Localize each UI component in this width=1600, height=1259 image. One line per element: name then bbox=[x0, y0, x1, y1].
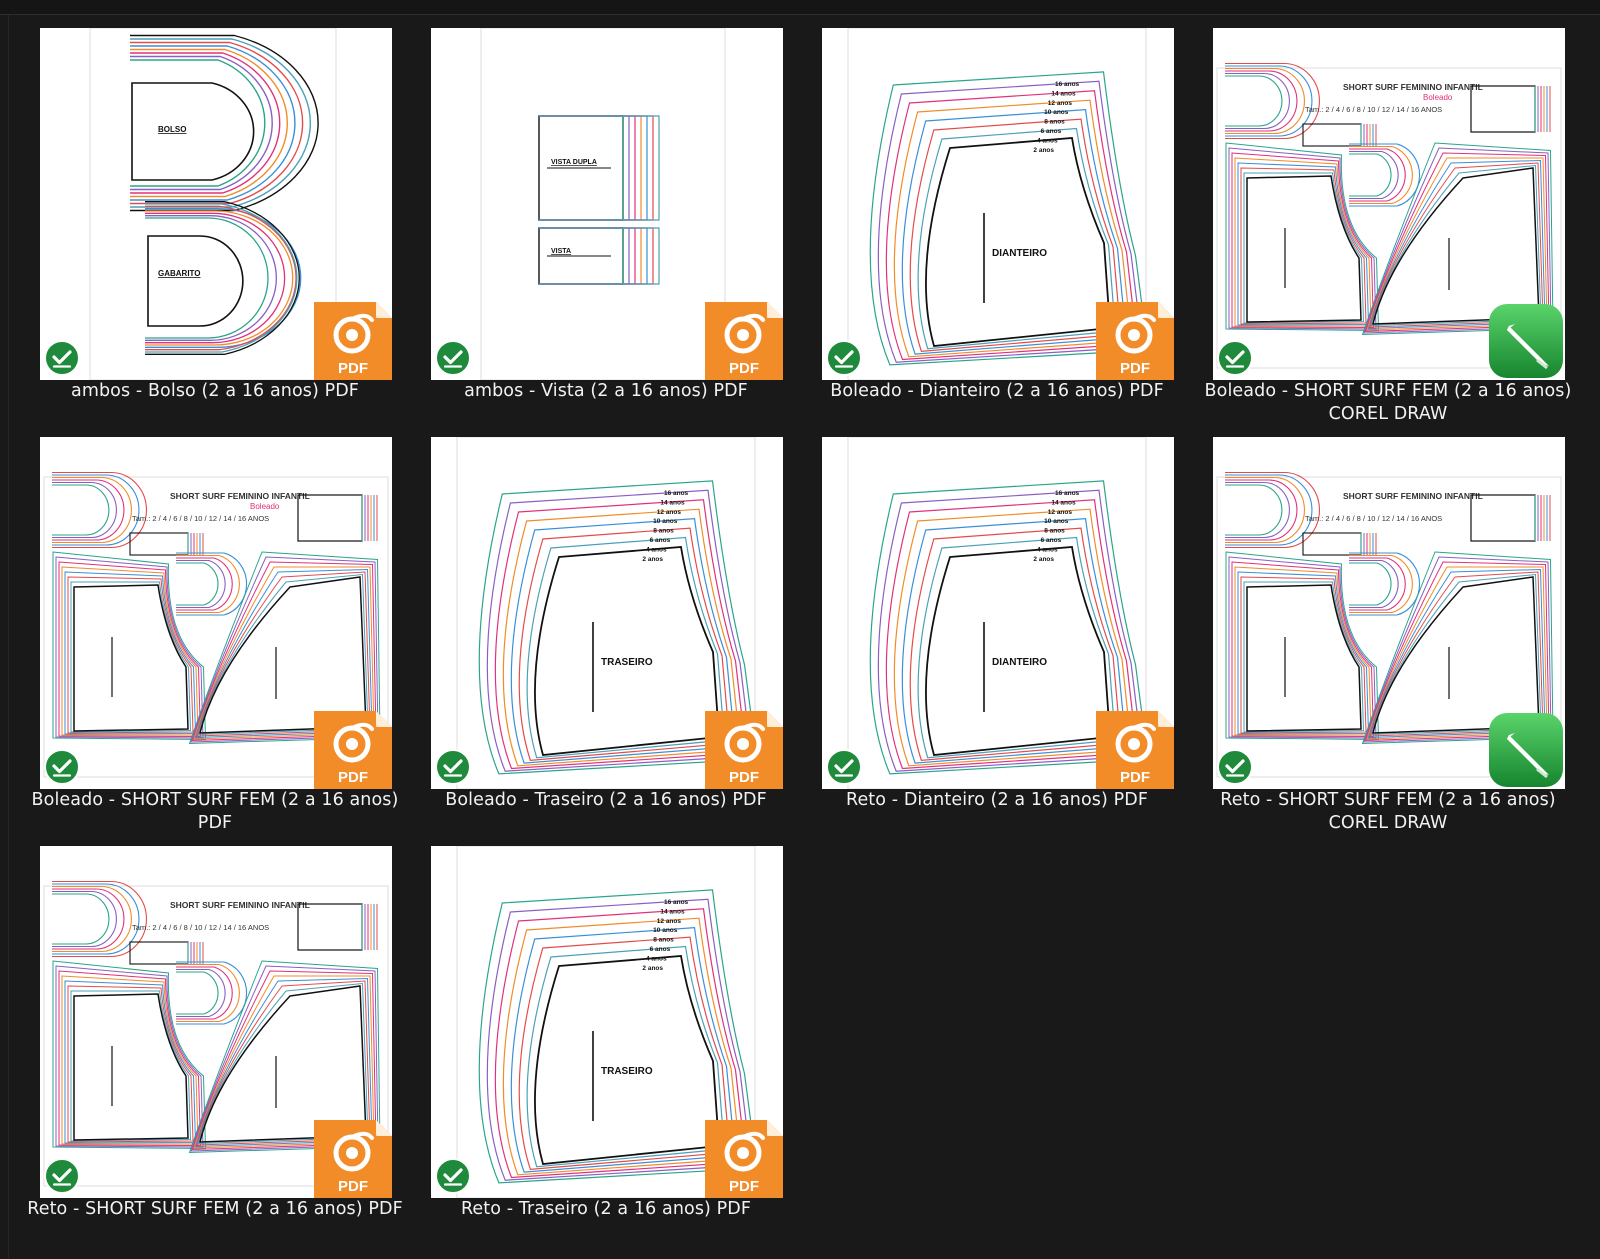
pdf-badge-label: PDF bbox=[729, 360, 759, 377]
file-thumbnail[interactable]: 16 anos 14 anos 12 anos 10 anos 8 anos 6 anos… bbox=[822, 28, 1174, 380]
pdf-badge-label: PDF bbox=[338, 1178, 368, 1195]
check-circle-icon bbox=[44, 340, 80, 376]
file-thumbnail[interactable]: SHORT SURF FEMININO INFANTIL Tam.: 2 / 4 … bbox=[1213, 437, 1565, 789]
svg-text:2 anos: 2 anos bbox=[642, 965, 663, 972]
check-circle-icon bbox=[435, 749, 471, 785]
file-grid: BOLSO GABARITO PDF ambos - Bolso (2 a 16 … bbox=[0, 0, 1600, 1259]
svg-text:4 anos: 4 anos bbox=[1037, 138, 1058, 145]
svg-text:Tam.: 2 / 4 / 6 / 8 / 10 / 12: Tam.: 2 / 4 / 6 / 8 / 10 / 12 / 14 / 16 … bbox=[1305, 105, 1442, 114]
svg-text:12 anos: 12 anos bbox=[657, 918, 682, 925]
foxit-pdf-icon: PDF bbox=[314, 1120, 392, 1198]
check-circle-icon bbox=[1217, 340, 1253, 376]
svg-text:12 anos: 12 anos bbox=[1048, 509, 1073, 516]
file-name-label[interactable]: Reto - SHORT SURF FEM (2 a 16 anos) PDF bbox=[20, 1198, 410, 1221]
svg-text:14 anos: 14 anos bbox=[660, 908, 685, 915]
pdf-badge-label: PDF bbox=[729, 1178, 759, 1195]
file-name-label[interactable]: Reto - SHORT SURF FEM (2 a 16 anos) CORE… bbox=[1193, 789, 1583, 835]
svg-text:4 anos: 4 anos bbox=[646, 547, 667, 554]
svg-text:SHORT SURF FEMININO INFANTIL: SHORT SURF FEMININO INFANTIL bbox=[1343, 82, 1483, 92]
file-name-label[interactable]: Boleado - SHORT SURF FEM (2 a 16 anos) C… bbox=[1193, 380, 1583, 426]
check-circle-icon bbox=[826, 340, 862, 376]
svg-text:6 anos: 6 anos bbox=[1041, 128, 1062, 135]
svg-text:Tam.: 2 / 4 / 6 / 8 / 10 / 12: Tam.: 2 / 4 / 6 / 8 / 10 / 12 / 14 / 16 … bbox=[132, 514, 269, 523]
svg-text:16 anos: 16 anos bbox=[664, 490, 689, 497]
svg-text:SHORT SURF FEMININO INFANTIL: SHORT SURF FEMININO INFANTIL bbox=[1343, 491, 1483, 501]
svg-text:6 anos: 6 anos bbox=[1041, 537, 1062, 544]
file-thumbnail[interactable]: 16 anos 14 anos 12 anos 10 anos 8 anos 6 anos… bbox=[431, 437, 783, 789]
file-name-label[interactable]: Boleado - SHORT SURF FEM (2 a 16 anos) P… bbox=[20, 789, 410, 835]
svg-text:10 anos: 10 anos bbox=[653, 927, 678, 934]
coreldraw-pen-icon bbox=[1489, 304, 1563, 378]
svg-text:12 anos: 12 anos bbox=[657, 509, 682, 516]
file-thumbnail[interactable]: SHORT SURF FEMININO INFANTIL Tam.: 2 / 4 … bbox=[40, 437, 392, 789]
svg-text:12 anos: 12 anos bbox=[1048, 100, 1073, 107]
check-circle-icon bbox=[1217, 749, 1253, 785]
pdf-badge-label: PDF bbox=[729, 769, 759, 786]
file-name-label[interactable]: Reto - Dianteiro (2 a 16 anos) PDF bbox=[802, 789, 1192, 812]
svg-text:DIANTEIRO: DIANTEIRO bbox=[992, 248, 1047, 259]
svg-text:4 anos: 4 anos bbox=[1037, 547, 1058, 554]
svg-text:Boleado: Boleado bbox=[1423, 93, 1453, 102]
svg-text:6 anos: 6 anos bbox=[650, 946, 671, 953]
file-name-label[interactable]: Reto - Traseiro (2 a 16 anos) PDF bbox=[411, 1198, 801, 1221]
foxit-pdf-icon: PDF bbox=[705, 302, 783, 380]
svg-text:14 anos: 14 anos bbox=[660, 499, 685, 506]
pdf-badge-label: PDF bbox=[1120, 769, 1150, 786]
file-thumbnail[interactable]: VISTA DUPLA VISTA PDF bbox=[431, 28, 783, 380]
svg-text:14 anos: 14 anos bbox=[1051, 499, 1076, 506]
svg-text:2 anos: 2 anos bbox=[1033, 556, 1054, 563]
file-thumbnail[interactable]: 16 anos 14 anos 12 anos 10 anos 8 anos 6 anos… bbox=[822, 437, 1174, 789]
pdf-badge-label: PDF bbox=[1120, 360, 1150, 377]
svg-text:14 anos: 14 anos bbox=[1051, 90, 1076, 97]
file-name-label[interactable]: ambos - Vista (2 a 16 anos) PDF bbox=[411, 380, 801, 403]
svg-text:TRASEIRO: TRASEIRO bbox=[601, 1066, 653, 1077]
svg-text:4 anos: 4 anos bbox=[646, 956, 667, 963]
file-thumbnail[interactable]: SHORT SURF FEMININO INFANTIL Tam.: 2 / 4 … bbox=[1213, 28, 1565, 380]
pdf-badge-label: PDF bbox=[338, 769, 368, 786]
svg-text:8 anos: 8 anos bbox=[653, 528, 674, 535]
check-circle-icon bbox=[435, 1158, 471, 1194]
file-thumbnail[interactable]: BOLSO GABARITO PDF bbox=[40, 28, 392, 380]
svg-text:VISTA: VISTA bbox=[551, 248, 571, 255]
file-thumbnail[interactable]: SHORT SURF FEMININO INFANTIL Tam.: 2 / 4 … bbox=[40, 846, 392, 1198]
svg-text:Tam.: 2 / 4 / 6 / 8 / 10 / 12: Tam.: 2 / 4 / 6 / 8 / 10 / 12 / 14 / 16 … bbox=[132, 923, 269, 932]
foxit-pdf-icon: PDF bbox=[1096, 711, 1174, 789]
svg-text:Boleado: Boleado bbox=[250, 502, 280, 511]
file-name-label[interactable]: ambos - Bolso (2 a 16 anos) PDF bbox=[20, 380, 410, 403]
foxit-pdf-icon: PDF bbox=[705, 1120, 783, 1198]
file-thumbnail[interactable]: 16 anos 14 anos 12 anos 10 anos 8 anos 6 anos… bbox=[431, 846, 783, 1198]
check-circle-icon bbox=[826, 749, 862, 785]
svg-text:SHORT SURF FEMININO INFANTIL: SHORT SURF FEMININO INFANTIL bbox=[170, 491, 310, 501]
svg-text:2 anos: 2 anos bbox=[1033, 147, 1054, 154]
file-name-label[interactable]: Boleado - Dianteiro (2 a 16 anos) PDF bbox=[802, 380, 1192, 403]
foxit-pdf-icon: PDF bbox=[1096, 302, 1174, 380]
svg-text:SHORT SURF FEMININO INFANTIL: SHORT SURF FEMININO INFANTIL bbox=[170, 900, 310, 910]
file-name-label[interactable]: Boleado - Traseiro (2 a 16 anos) PDF bbox=[411, 789, 801, 812]
check-circle-icon bbox=[44, 749, 80, 785]
svg-text:16 anos: 16 anos bbox=[1055, 490, 1080, 497]
check-circle-icon bbox=[44, 1158, 80, 1194]
svg-text:8 anos: 8 anos bbox=[1044, 119, 1065, 126]
svg-text:6 anos: 6 anos bbox=[650, 537, 671, 544]
check-circle-icon bbox=[435, 340, 471, 376]
foxit-pdf-icon: PDF bbox=[314, 302, 392, 380]
svg-text:8 anos: 8 anos bbox=[1044, 528, 1065, 535]
pdf-badge-label: PDF bbox=[338, 360, 368, 377]
foxit-pdf-icon: PDF bbox=[705, 711, 783, 789]
foxit-pdf-icon: PDF bbox=[314, 711, 392, 789]
coreldraw-pen-icon bbox=[1489, 713, 1563, 787]
svg-text:Tam.: 2 / 4 / 6 / 8 / 10 / 12: Tam.: 2 / 4 / 6 / 8 / 10 / 12 / 14 / 16 … bbox=[1305, 514, 1442, 523]
svg-text:TRASEIRO: TRASEIRO bbox=[601, 657, 653, 668]
svg-text:8 anos: 8 anos bbox=[653, 937, 674, 944]
svg-text:2 anos: 2 anos bbox=[642, 556, 663, 563]
svg-text:10 anos: 10 anos bbox=[1044, 109, 1069, 116]
svg-text:BOLSO: BOLSO bbox=[158, 125, 186, 134]
svg-text:10 anos: 10 anos bbox=[653, 518, 678, 525]
svg-text:16 anos: 16 anos bbox=[1055, 81, 1080, 88]
svg-text:GABARITO: GABARITO bbox=[158, 269, 201, 278]
svg-text:10 anos: 10 anos bbox=[1044, 518, 1069, 525]
svg-text:DIANTEIRO: DIANTEIRO bbox=[992, 657, 1047, 668]
svg-text:16 anos: 16 anos bbox=[664, 899, 689, 906]
svg-text:VISTA DUPLA: VISTA DUPLA bbox=[551, 159, 597, 166]
